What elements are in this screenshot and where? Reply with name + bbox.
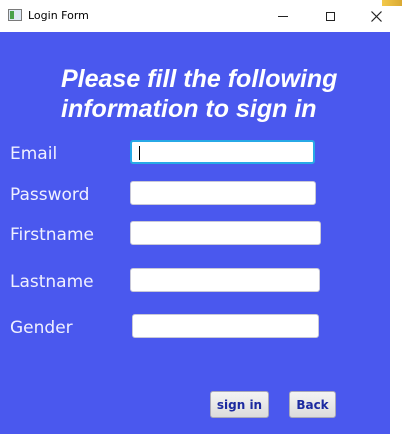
close-icon [370, 10, 382, 22]
firstname-label: Firstname [10, 225, 94, 245]
password-label: Password [10, 185, 90, 205]
back-button[interactable]: Back [289, 391, 336, 418]
desktop-background-strip [390, 0, 402, 434]
form-heading-line-1: Please fill the following [61, 65, 338, 93]
minimize-icon [278, 15, 288, 17]
title-bar[interactable]: Login Form [0, 0, 390, 32]
desktop-background-accent [382, 0, 402, 6]
window-app-icon [8, 9, 22, 21]
maximize-icon [325, 11, 335, 21]
form-heading: Please fill the following information to… [61, 64, 381, 124]
text-caret [139, 146, 140, 160]
password-field[interactable] [130, 181, 316, 205]
gender-label: Gender [10, 318, 73, 338]
lastname-field[interactable] [130, 268, 320, 292]
login-window: Login Form Please fill the following inf… [0, 0, 402, 434]
gender-field[interactable] [132, 314, 319, 338]
lastname-label: Lastname [10, 272, 94, 292]
form-heading-line-2: information to sign in [61, 95, 317, 123]
minimize-button[interactable] [260, 0, 306, 32]
form-panel: Please fill the following information to… [0, 32, 390, 434]
maximize-button[interactable] [307, 0, 353, 32]
email-label: Email [10, 144, 58, 164]
sign-in-button[interactable]: sign in [210, 391, 269, 418]
email-field[interactable] [130, 140, 315, 164]
window-title: Login Form [28, 9, 89, 22]
firstname-field[interactable] [130, 221, 321, 245]
